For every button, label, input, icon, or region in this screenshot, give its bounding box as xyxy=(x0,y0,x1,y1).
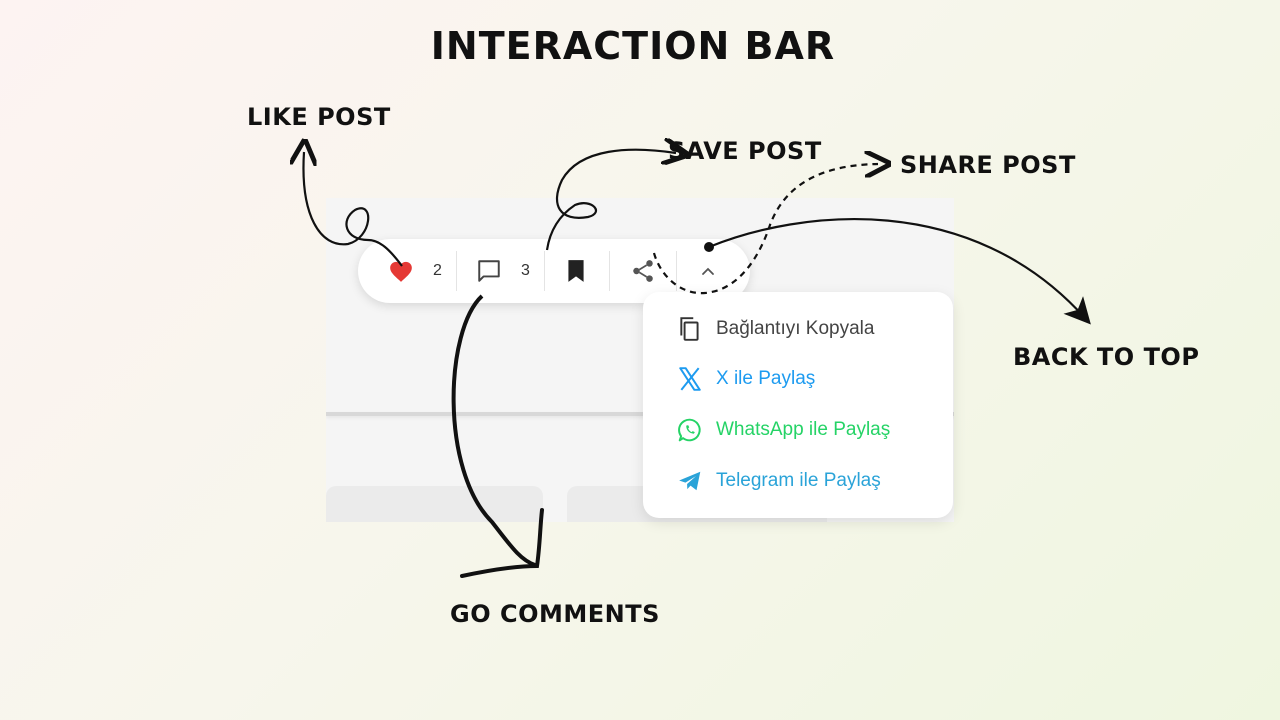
share-telegram-label: Telegram ile Paylaş xyxy=(716,470,881,491)
share-whatsapp-label: WhatsApp ile Paylaş xyxy=(716,419,891,440)
share-post-label: SHARE POST xyxy=(900,151,1076,179)
share-x-item[interactable]: X ile Paylaş xyxy=(677,364,815,394)
bar-separator xyxy=(544,251,545,291)
heart-icon xyxy=(390,261,412,282)
save-post-label: SAVE POST xyxy=(668,137,822,165)
bar-separator xyxy=(456,251,457,291)
save-button[interactable] xyxy=(565,239,587,303)
content-card xyxy=(326,486,543,522)
like-button[interactable] xyxy=(388,239,414,303)
copy-link-label: Bağlantıyı Kopyala xyxy=(716,318,875,339)
share-telegram-item[interactable]: Telegram ile Paylaş xyxy=(677,466,881,496)
back-to-top-label: BACK TO TOP xyxy=(1013,343,1200,371)
bookmark-icon xyxy=(568,260,584,282)
telegram-icon xyxy=(679,471,701,491)
bar-separator xyxy=(609,251,610,291)
chevron-up-icon xyxy=(702,267,714,275)
comments-button[interactable] xyxy=(476,239,502,303)
comment-icon xyxy=(478,260,500,282)
x-icon xyxy=(679,367,701,391)
whatsapp-icon xyxy=(678,418,701,442)
like-post-label: LIKE POST xyxy=(247,103,391,131)
copy-link-item[interactable]: Bağlantıyı Kopyala xyxy=(677,314,874,344)
comment-count: 3 xyxy=(521,262,530,279)
go-comments-label: GO COMMENTS xyxy=(450,600,660,628)
share-whatsapp-item[interactable]: WhatsApp ile Paylaş xyxy=(677,415,890,445)
copy-icon xyxy=(680,317,699,341)
bar-separator xyxy=(676,251,677,291)
share-x-label: X ile Paylaş xyxy=(716,368,816,389)
share-icon xyxy=(633,260,653,282)
like-count: 2 xyxy=(433,262,442,279)
page-title: INTERACTION BAR xyxy=(430,24,836,68)
